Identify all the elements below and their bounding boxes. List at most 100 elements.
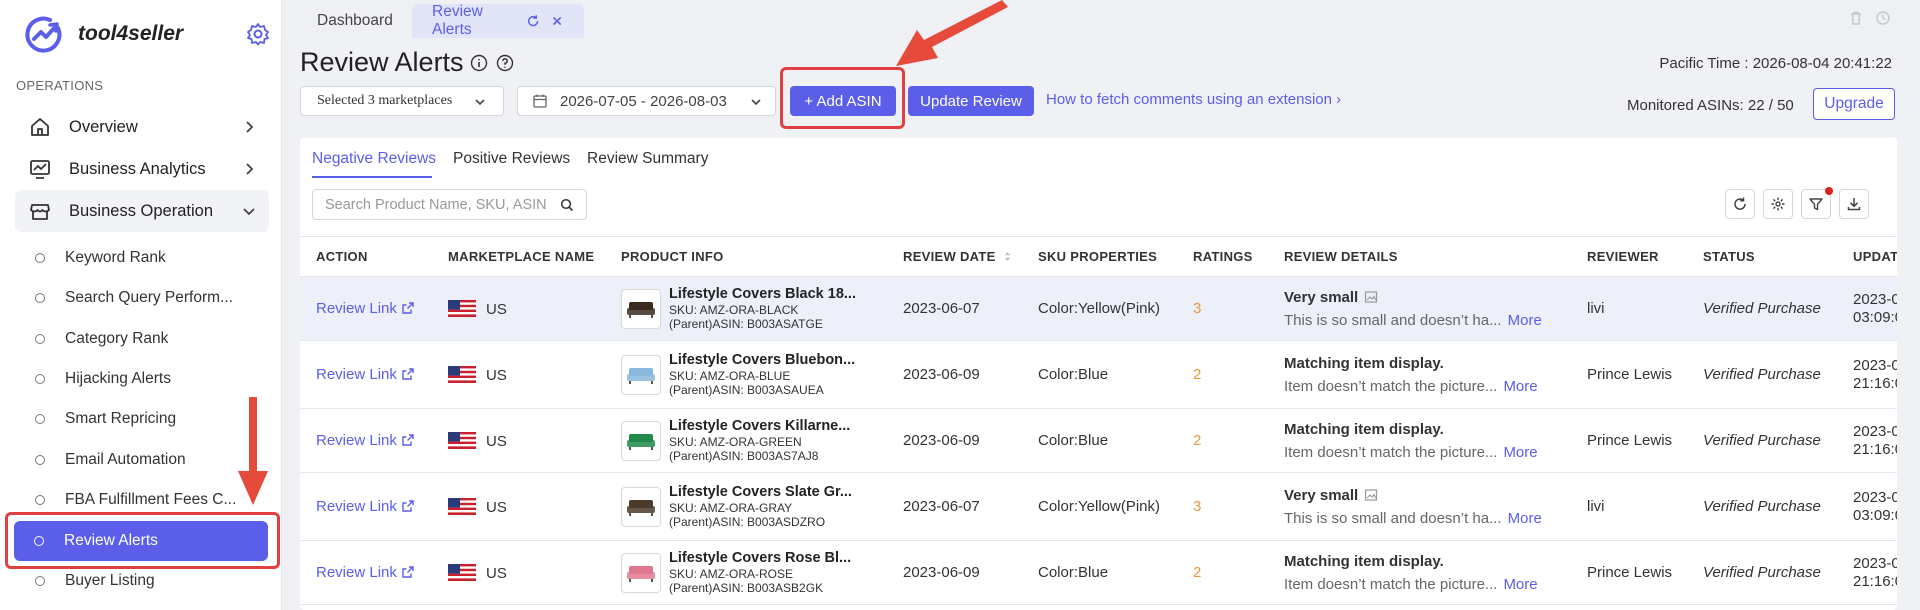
- image-icon[interactable]: [1364, 488, 1378, 502]
- product-sku: SKU: AMZ-ORA-GREEN: [669, 434, 802, 449]
- menu-business-operation[interactable]: Business Operation: [15, 190, 269, 232]
- close-icon[interactable]: [550, 13, 564, 29]
- bullet-icon: [35, 253, 45, 263]
- more-link[interactable]: More: [1503, 444, 1537, 461]
- upgrade-button[interactable]: Upgrade: [1813, 88, 1895, 120]
- col-ratings: RATINGS: [1177, 236, 1268, 277]
- product-name[interactable]: Lifestyle Covers Slate Gr...: [669, 484, 852, 499]
- sidebar-item-search-query-performance[interactable]: Search Query Perform...: [15, 279, 269, 317]
- download-icon: [1847, 198, 1861, 211]
- tab-label: Dashboard: [317, 12, 393, 29]
- image-icon[interactable]: [1364, 290, 1378, 304]
- product-asin: (Parent)ASIN: B003ASATGE: [669, 316, 823, 331]
- update-date: 2023-0: [1853, 290, 1897, 308]
- refresh-icon: [1734, 197, 1746, 210]
- sidebar-item-email-automation[interactable]: Email Automation: [15, 441, 269, 479]
- tab-dashboard[interactable]: Dashboard: [297, 4, 413, 38]
- brand[interactable]: tool4seller: [24, 14, 183, 54]
- sidebar-item-label: Search Query Perform...: [65, 289, 233, 306]
- product-thumbnail[interactable]: [621, 354, 661, 395]
- review-link-label: Review Link: [316, 498, 397, 515]
- cell-sku-properties: Color:Yellow(Pink): [1022, 276, 1177, 341]
- review-link[interactable]: Review Link: [316, 564, 415, 581]
- product-name[interactable]: Lifestyle Covers Bluebon...: [669, 352, 855, 367]
- chevron-right-icon: [246, 163, 254, 175]
- help-icon[interactable]: [496, 54, 514, 72]
- settings-gear-icon[interactable]: [246, 22, 270, 46]
- product-thumbnail[interactable]: [621, 420, 661, 461]
- bullet-icon: [35, 455, 45, 465]
- tab-review-alerts[interactable]: Review Alerts: [412, 3, 584, 38]
- product-name[interactable]: Lifestyle Covers Killarne...: [669, 418, 850, 433]
- bullet-icon: [35, 374, 45, 384]
- cell-action: Review Link: [300, 276, 432, 341]
- review-link[interactable]: Review Link: [316, 300, 415, 317]
- product-thumbnail[interactable]: [621, 288, 661, 329]
- col-marketplace-name: MARKETPLACE NAME: [432, 236, 605, 277]
- marketplace-select[interactable]: Selected 3 marketplaces: [300, 86, 504, 116]
- info-icon[interactable]: [470, 54, 488, 72]
- sort-icon[interactable]: [1004, 251, 1011, 262]
- date-range-picker[interactable]: 2026-07-05 - 2026-08-03: [517, 86, 776, 116]
- download-button[interactable]: [1839, 189, 1869, 219]
- more-link[interactable]: More: [1508, 510, 1542, 527]
- more-link[interactable]: More: [1503, 378, 1537, 395]
- bullet-icon: [35, 334, 45, 344]
- update-time: 21:16:0: [1853, 440, 1897, 458]
- product-sku: SKU: AMZ-ORA-ROSE: [669, 566, 794, 581]
- col-review-date[interactable]: REVIEW DATE: [887, 236, 1022, 277]
- update-date: 2023-0: [1853, 554, 1897, 572]
- sidebar-item-review-alerts[interactable]: Review Alerts: [14, 521, 268, 561]
- active-subtab-underline: [312, 176, 432, 178]
- sidebar-item-keyword-rank[interactable]: Keyword Rank: [15, 239, 269, 277]
- review-link-label: Review Link: [316, 366, 397, 383]
- add-asin-button[interactable]: + Add ASIN: [790, 86, 896, 116]
- fetch-comments-link[interactable]: How to fetch comments using an extension…: [1046, 91, 1341, 108]
- menu-overview[interactable]: Overview: [15, 106, 269, 148]
- review-link[interactable]: Review Link: [316, 498, 415, 515]
- tab-label: Review Alerts: [432, 3, 483, 38]
- logo-icon: [25, 16, 62, 53]
- cell-product-info: Lifestyle Covers Killarne... SKU: AMZ-OR…: [605, 408, 887, 473]
- tab-bar: Dashboard Review Alerts: [283, 0, 1920, 40]
- product-thumbnail[interactable]: [621, 552, 661, 593]
- search-input[interactable]: Search Product Name, SKU, ASIN: [312, 189, 587, 220]
- subtab-positive-reviews[interactable]: Positive Reviews: [453, 150, 570, 168]
- review-link[interactable]: Review Link: [316, 432, 415, 449]
- more-link[interactable]: More: [1503, 576, 1537, 593]
- cell-reviewer: livi: [1571, 472, 1687, 541]
- product-sku: SKU: AMZ-ORA-BLACK: [669, 302, 799, 317]
- product-thumbnail[interactable]: [621, 486, 661, 527]
- product-name[interactable]: Lifestyle Covers Rose Bl...: [669, 550, 851, 565]
- column-settings-button[interactable]: [1763, 189, 1793, 219]
- update-date: 2023-0: [1853, 488, 1897, 506]
- update-time: 21:16:0: [1853, 572, 1897, 590]
- more-link[interactable]: More: [1508, 312, 1542, 329]
- product-image-icon: [627, 433, 655, 450]
- clock-icon[interactable]: [1875, 10, 1891, 26]
- sidebar-item-hijacking-alerts[interactable]: Hijacking Alerts: [15, 360, 269, 398]
- filter-button[interactable]: [1801, 187, 1833, 219]
- review-link-label: Review Link: [316, 432, 397, 449]
- sidebar-item-smart-repricing[interactable]: Smart Repricing: [15, 400, 269, 438]
- review-link[interactable]: Review Link: [316, 366, 415, 383]
- product-name[interactable]: Lifestyle Covers Black 18...: [669, 286, 856, 301]
- us-flag-icon: [448, 365, 476, 383]
- trash-icon[interactable]: [1848, 10, 1864, 26]
- external-link-icon: [402, 368, 414, 380]
- sidebar-item-buyer-listing[interactable]: Buyer Listing: [15, 562, 269, 600]
- subtab-review-summary[interactable]: Review Summary: [587, 150, 708, 168]
- update-review-button[interactable]: Update Review: [908, 86, 1034, 116]
- reviews-table: ACTION MARKETPLACE NAME PRODUCT INFO REV…: [300, 236, 1897, 605]
- table-row: Review Link US Lifestyle Covers Black 18…: [300, 276, 1897, 341]
- refresh-icon[interactable]: [526, 13, 540, 29]
- bullet-icon: [35, 495, 45, 505]
- review-text: Item doesn’t match the picture...: [1284, 575, 1498, 593]
- menu-business-analytics[interactable]: Business Analytics: [15, 148, 269, 190]
- cell-review-date: 2023-06-07: [887, 472, 1022, 541]
- sidebar-item-fba-fulfillment-fees[interactable]: FBA Fulfillment Fees C...: [15, 481, 269, 519]
- sidebar-item-category-rank[interactable]: Category Rank: [15, 320, 269, 358]
- subtab-negative-reviews[interactable]: Negative Reviews: [312, 150, 436, 168]
- refresh-button[interactable]: [1725, 189, 1755, 219]
- sidebar-item-label: Hijacking Alerts: [65, 370, 171, 387]
